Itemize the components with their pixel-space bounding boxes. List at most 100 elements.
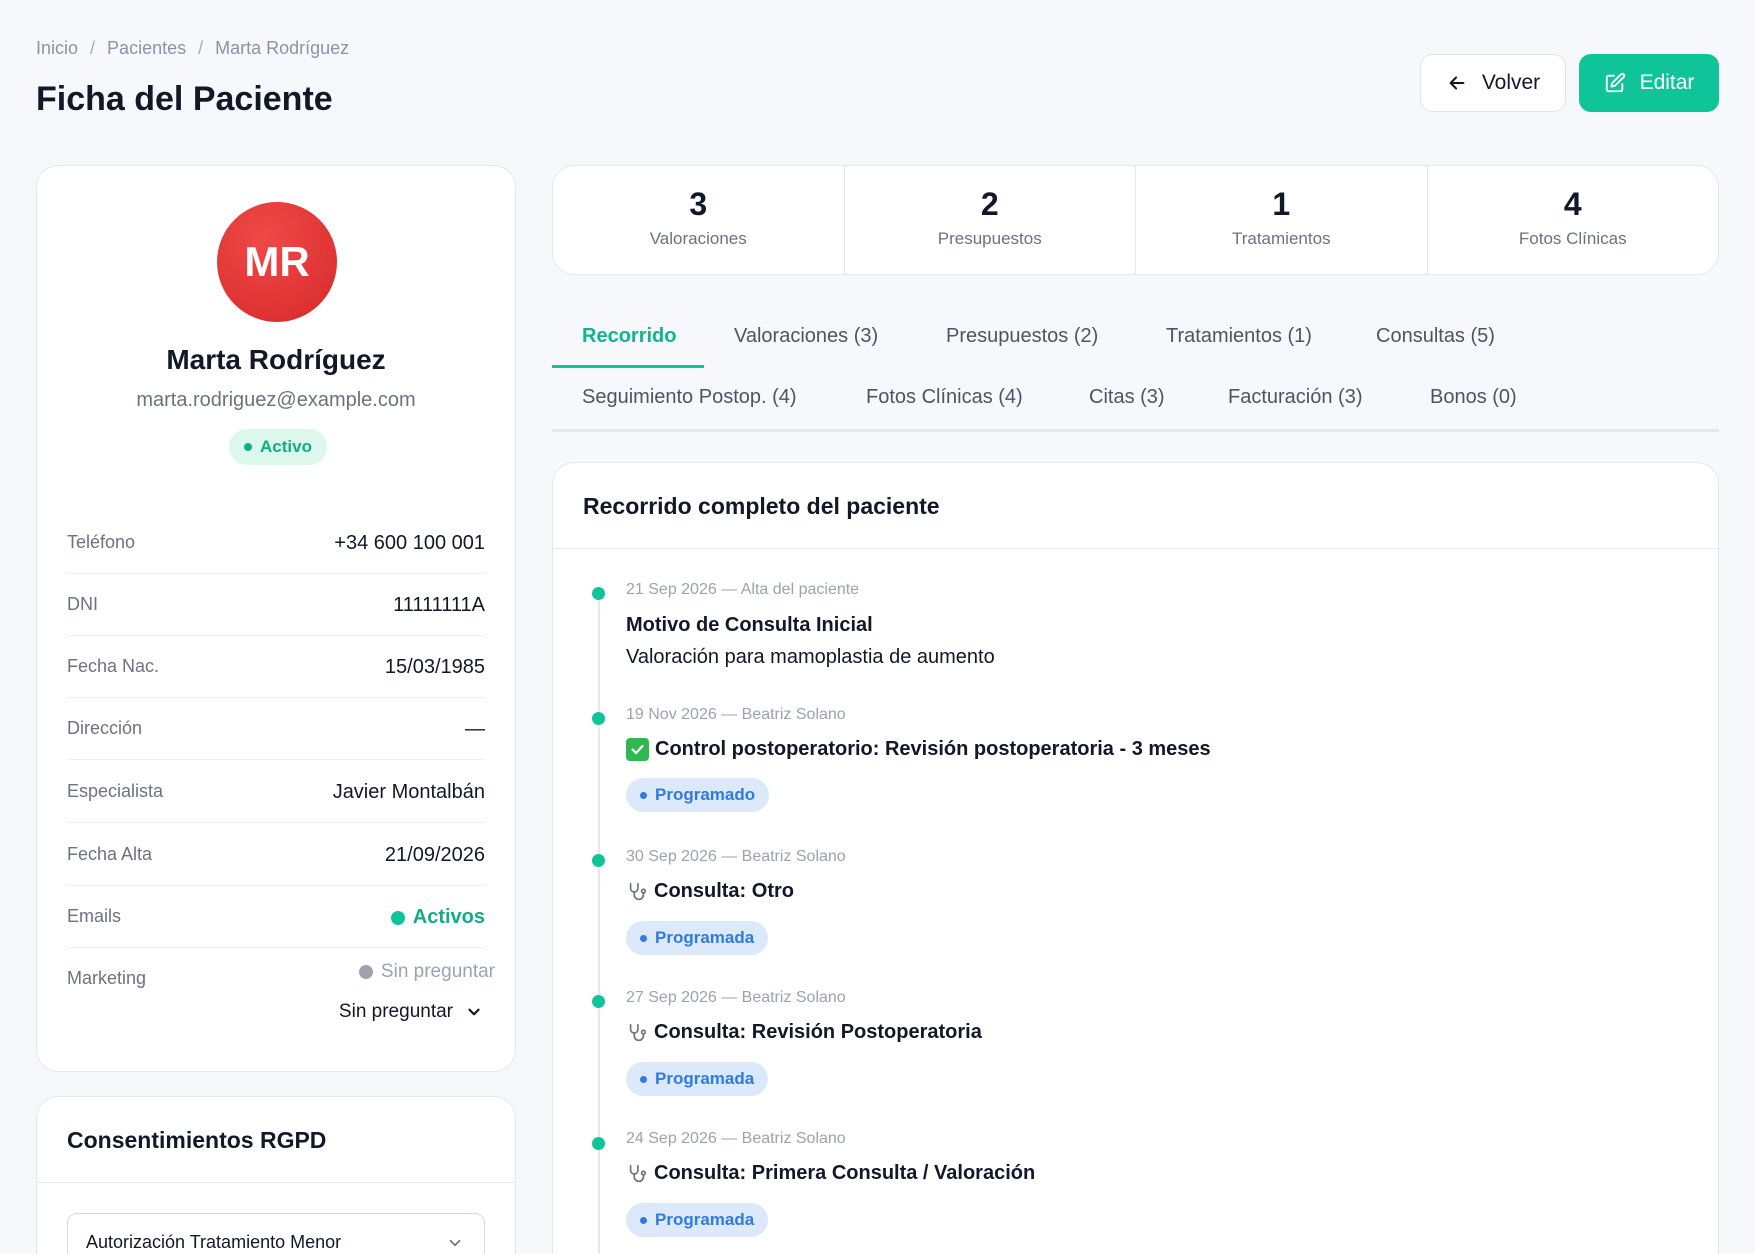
info-row-birthdate: Fecha Nac. 15/03/1985 [67,636,485,698]
info-row-signup-date: Fecha Alta 21/09/2026 [67,824,485,886]
divider [553,548,1718,549]
info-value: 11111111A [393,594,485,616]
marketing-select[interactable]: Sin preguntar [339,1001,483,1023]
tab-bonos[interactable]: Bonos (0) [1430,386,1517,409]
consent-select[interactable]: Autorización Tratamiento Menor [67,1213,485,1254]
info-value: Javier Montalbán [332,781,485,803]
patient-profile-card: MR Marta Rodríguez marta.rodriguez@examp… [36,165,516,1072]
info-row-emails: Emails Activos [67,886,485,948]
timeline-meta: 27 Sep 2026 — Beatriz Solano [626,989,846,1006]
tab-citas[interactable]: Citas (3) [1089,386,1165,409]
timeline-meta: 21 Sep 2026 — Alta del paciente [626,581,860,598]
info-label: Marketing [67,968,147,988]
tab-fotos-clinicas[interactable]: Fotos Clínicas (4) [866,386,1023,409]
tab-seguimiento[interactable]: Seguimiento Postop. (4) [582,386,797,409]
chevron-down-icon [468,1008,480,1016]
timeline-item-title: Consulta: Otro [626,880,794,903]
timeline-line [598,591,600,1254]
marketing-status-label: Sin preguntar [380,961,495,982]
status-dot-icon [640,791,647,799]
stat-value: 4 [1563,186,1582,222]
stat-label: Fotos Clínicas [1518,229,1627,248]
info-row-address: Dirección — [67,698,485,760]
status-dot-icon [244,443,252,451]
stethoscope-icon [629,1023,647,1041]
page-title: Ficha del Paciente [36,80,333,118]
status-dot-icon [640,1216,647,1224]
info-value: 15/03/1985 [384,656,485,678]
tab-facturacion[interactable]: Facturación (3) [1228,386,1363,409]
tab-consultas[interactable]: Consultas (5) [1376,325,1495,348]
tab-recorrido[interactable]: Recorrido [582,325,676,348]
status-badge-label: Programada [655,1069,755,1088]
edit-button[interactable]: Editar [1579,54,1719,112]
stats-card: 3 Valoraciones 2 Presupuestos 1 Tratamie… [552,165,1719,275]
info-label: DNI [67,594,98,614]
tab-valoraciones[interactable]: Valoraciones (3) [734,325,878,348]
marketing-select-value: Sin preguntar [338,1001,453,1022]
patient-email: marta.rodriguez@example.com [136,389,416,411]
timeline-item-title-text: Consulta: Primera Consulta / Valoración [654,1162,1036,1184]
status-badge: Programado [626,778,770,812]
status-badge-label: Programada [655,1210,755,1229]
stat-label: Valoraciones [649,229,747,248]
timeline-item-title-text: Consulta: Otro [654,880,794,902]
status-badge: Programada [626,921,769,955]
patient-name: Marta Rodríguez [166,344,386,375]
timeline-dot-icon [592,995,605,1008]
marketing-status: Sin preguntar [358,961,495,983]
back-button-label: Volver [1481,71,1541,94]
timeline-meta: 24 Sep 2026 — Beatriz Solano [626,1130,846,1147]
breadcrumb-separator: / [198,38,204,58]
stat-value: 1 [1272,186,1291,222]
breadcrumb-home[interactable]: Inicio [36,38,78,59]
timeline-meta: 19 Nov 2026 — Beatriz Solano [626,706,846,723]
tab-bar: Recorrido Valoraciones (3) Presupuestos … [552,310,1719,432]
tab-presupuestos[interactable]: Presupuestos (2) [946,325,1098,348]
timeline-dot-icon [592,854,605,867]
rgpd-consents-card: Consentimientos RGPD Autorización Tratam… [36,1096,516,1254]
breadcrumb: Inicio / Pacientes / Marta Rodríguez [36,38,349,59]
stat-presupuestos: 2 Presupuestos [845,166,1136,274]
info-label: Teléfono [67,532,136,552]
emails-status: Activos [390,906,485,929]
edit-button-label: Editar [1639,71,1695,94]
breadcrumb-current: Marta Rodríguez [215,38,350,58]
rgpd-title: Consentimientos RGPD [67,1127,327,1153]
active-tab-indicator [552,365,704,368]
avatar: MR [217,202,337,322]
breadcrumb-separator: / [90,38,96,58]
stat-valoraciones: 3 Valoraciones [553,166,845,274]
timeline-card: Recorrido completo del paciente 21 Sep 2… [552,462,1719,1254]
edit-icon [1605,72,1625,93]
status-badge: Activo [229,429,327,465]
timeline-item-title: Control postoperatorio: Revisión postope… [626,738,1211,761]
info-value: +34 600 100 001 [334,532,485,554]
timeline-meta: 30 Sep 2026 — Beatriz Solano [626,848,846,865]
timeline-item-title: Consulta: Primera Consulta / Valoración [626,1162,1035,1185]
status-dot-icon [390,910,405,925]
status-dot-icon [640,934,647,942]
timeline-item-title: Motivo de Consulta Inicial [626,614,873,637]
info-label: Especialista [67,781,164,801]
check-icon [626,738,649,761]
breadcrumb-patients[interactable]: Pacientes [107,38,186,59]
chevron-down-icon [449,1239,461,1247]
info-row-phone: Teléfono +34 600 100 001 [67,512,485,574]
status-badge-label: Activo [260,437,312,456]
info-label: Dirección [67,718,143,738]
timeline-item-description: Valoración para mamoplastia de aumento [626,646,995,668]
stat-fotos-clinicas: 4 Fotos Clínicas [1428,166,1719,274]
status-badge: Programada [626,1062,769,1096]
stethoscope-icon [629,882,647,900]
consent-select-value: Autorización Tratamiento Menor [86,1232,342,1252]
emails-status-label: Activos [412,906,485,928]
back-button[interactable]: Volver [1420,54,1566,112]
status-dot-icon [358,965,373,979]
tab-tratamientos[interactable]: Tratamientos (1) [1166,325,1312,348]
info-label: Fecha Nac. [67,656,160,676]
timeline-dot-icon [592,587,605,600]
status-badge-label: Programado [655,785,756,804]
info-label: Emails [67,906,122,926]
divider [37,1182,515,1183]
